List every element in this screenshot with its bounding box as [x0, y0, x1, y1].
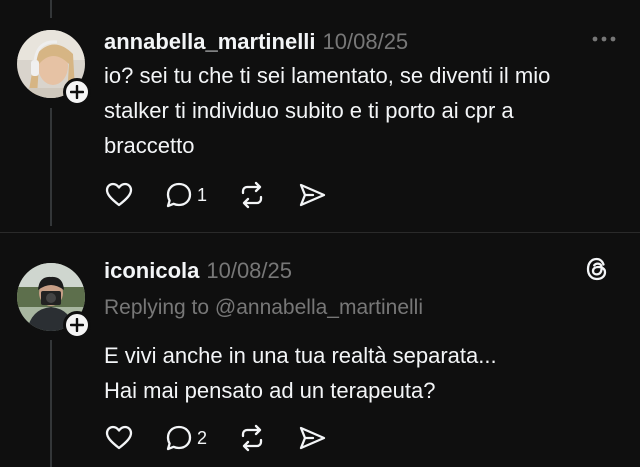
replying-to[interactable]: Replying to @annabella_martinelli — [104, 296, 423, 320]
comment-icon — [166, 425, 192, 451]
plus-icon — [70, 318, 84, 332]
send-icon — [299, 426, 326, 450]
repost-icon — [241, 424, 263, 452]
post-iconicola: iconicola 10/08/25 Replying to @annabell… — [0, 233, 640, 467]
username[interactable]: annabella_martinelli — [104, 29, 316, 55]
heart-icon — [105, 182, 133, 207]
post-text: io? sei tu che ti sei lamentato, se dive… — [104, 58, 604, 163]
reply-button[interactable]: 2 — [164, 420, 207, 456]
post-date: 10/08/25 — [206, 258, 292, 283]
send-icon — [299, 183, 326, 207]
avatar-wrap[interactable] — [17, 263, 91, 339]
post-text-line: stalker ti individuo subito e ti porto a… — [104, 98, 514, 123]
post-text: E vivi anche in una tua realtà separata.… — [104, 338, 604, 408]
more-dots-icon[interactable] — [590, 27, 620, 51]
post-actions: 2 — [104, 420, 357, 456]
like-button[interactable] — [104, 177, 134, 213]
repost-icon — [241, 181, 263, 209]
post-date: 10/08/25 — [322, 29, 409, 54]
like-button[interactable] — [104, 420, 134, 456]
reply-count: 1 — [197, 184, 208, 205]
comment-icon — [166, 182, 192, 208]
post-text-line: Hai mai pensato ad un terapeuta? — [104, 378, 436, 403]
reply-button[interactable]: 1 — [164, 177, 207, 213]
username[interactable]: iconicola — [104, 258, 199, 284]
post-annabella: annabella_martinelli 10/08/25 io? sei tu… — [0, 0, 640, 232]
post-text-line: io? sei tu che ti sei lamentato, se dive… — [104, 63, 551, 88]
share-button[interactable] — [297, 177, 327, 213]
follow-button[interactable] — [63, 78, 91, 106]
post-text-line: braccetto — [104, 133, 195, 158]
post-text-line: E vivi anche in una tua realtà separata.… — [104, 343, 497, 368]
repost-button[interactable] — [237, 177, 267, 213]
post-actions: 1 — [104, 177, 357, 213]
share-button[interactable] — [297, 420, 327, 456]
reply-count: 2 — [197, 427, 208, 448]
avatar-wrap[interactable] — [17, 30, 91, 106]
plus-icon — [70, 85, 84, 99]
heart-icon — [105, 425, 133, 450]
post-header: annabella_martinelli 10/08/25 — [104, 29, 620, 55]
threads-logo-icon[interactable] — [582, 254, 612, 284]
follow-button[interactable] — [63, 311, 91, 339]
post-header: iconicola 10/08/25 — [104, 257, 620, 284]
repost-button[interactable] — [237, 420, 267, 456]
